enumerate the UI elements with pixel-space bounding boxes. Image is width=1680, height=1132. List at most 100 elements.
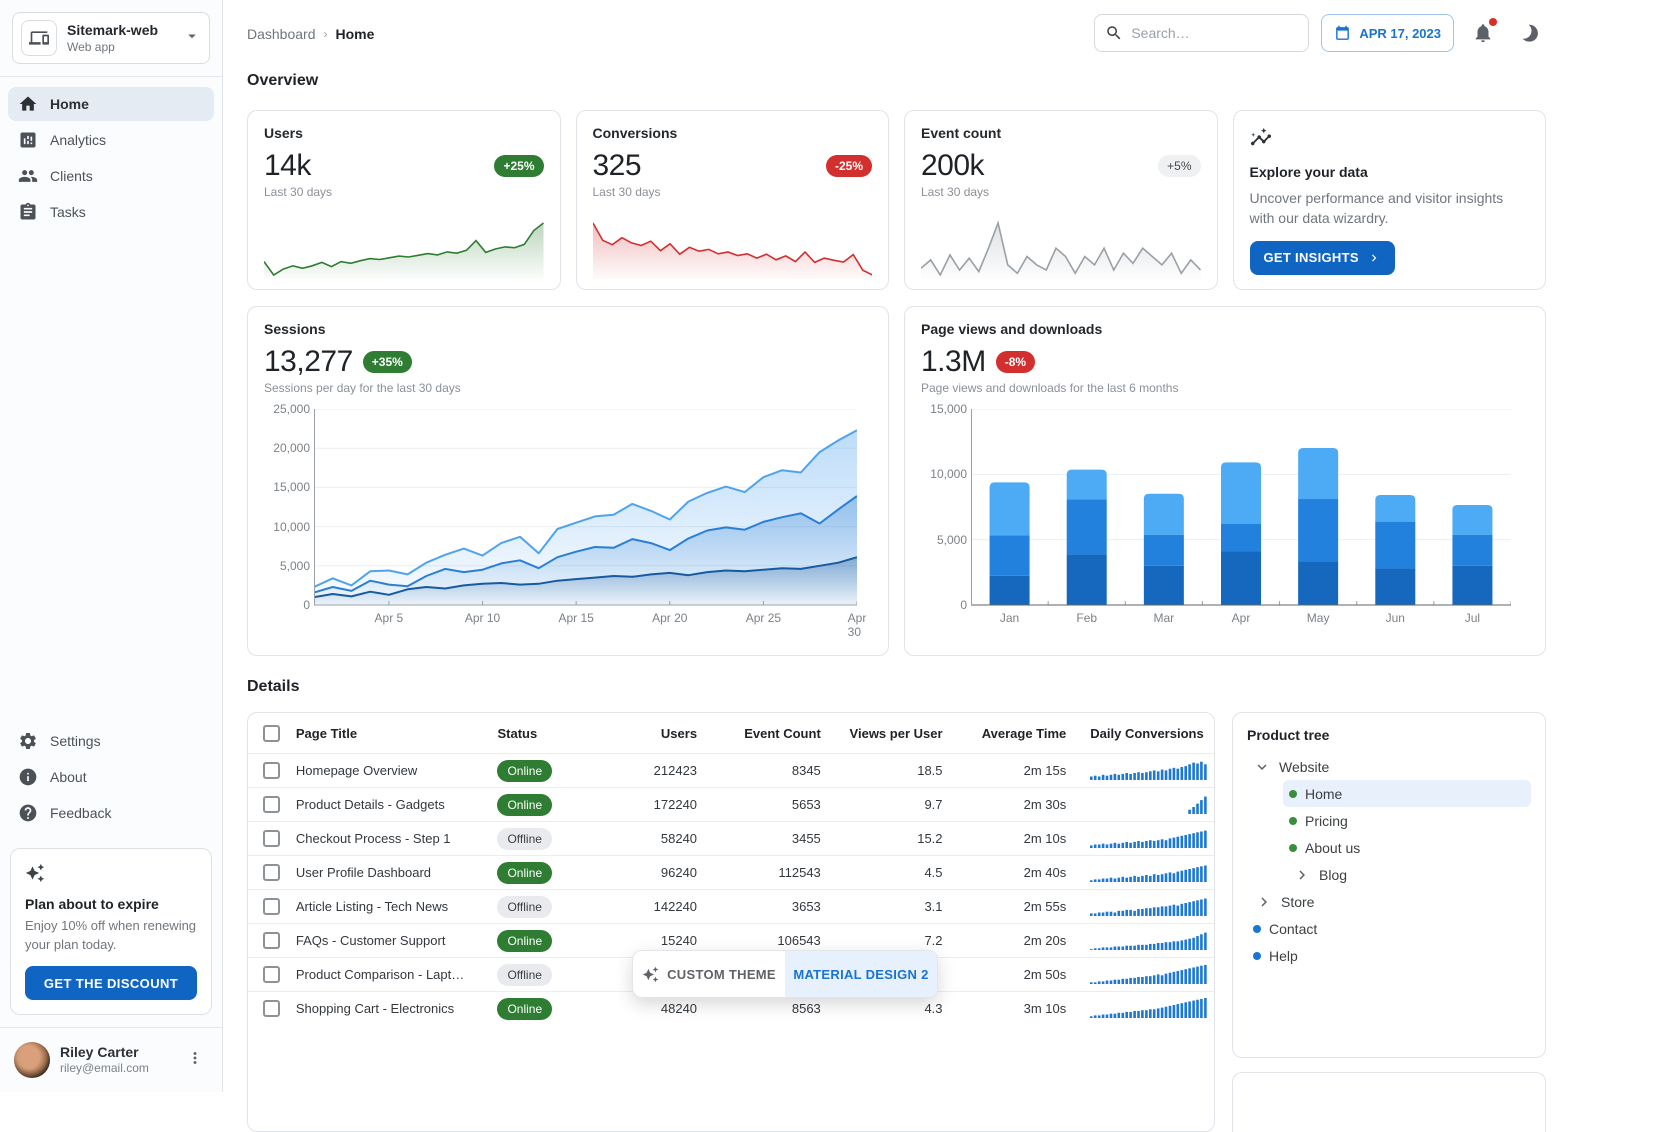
- pageviews-caption: Page views and downloads for the last 6 …: [921, 381, 1529, 395]
- column-header: Users: [601, 726, 701, 741]
- status-badge: Offline: [497, 828, 551, 850]
- y-tick-label: 5,000: [921, 533, 967, 547]
- trend-sparkline: [921, 217, 1201, 279]
- sessions-card: Sessions 13,277 +35% Sessions per day fo…: [247, 306, 889, 656]
- product-tree-title: Product tree: [1247, 727, 1531, 743]
- cell-value: 2m 50s: [947, 967, 1077, 982]
- nav-label: Analytics: [50, 132, 106, 148]
- tree-dot-icon: [1289, 844, 1297, 852]
- nav-label: Feedback: [50, 805, 111, 821]
- cell-value: 8345: [701, 763, 825, 778]
- search-box[interactable]: [1094, 14, 1309, 52]
- tree-item-pricing[interactable]: Pricing: [1283, 807, 1531, 834]
- sidebar-item-settings[interactable]: Settings: [8, 724, 214, 758]
- custom-theme-label: CUSTOM THEME: [667, 967, 776, 982]
- bar-jun-middle-segment: [1375, 522, 1415, 569]
- dark-mode-toggle[interactable]: [1512, 16, 1546, 50]
- bar-jul-middle-segment: [1452, 535, 1492, 566]
- tree-item-contact[interactable]: Contact: [1247, 915, 1531, 942]
- column-header: Views per User: [825, 726, 947, 741]
- stat-value: 14k: [264, 149, 311, 183]
- nav-label: Home: [50, 96, 89, 112]
- search-input[interactable]: [1131, 25, 1312, 41]
- bar-may-bottom-segment: [1298, 561, 1338, 605]
- row-checkbox[interactable]: [263, 762, 280, 779]
- x-tick-label: Apr 5: [375, 611, 404, 625]
- tree-item-website[interactable]: Website: [1247, 753, 1531, 780]
- notifications-button[interactable]: [1466, 16, 1500, 50]
- row-checkbox[interactable]: [263, 830, 280, 847]
- tree-item-help[interactable]: Help: [1247, 942, 1531, 969]
- explore-body: Uncover performance and visitor insights…: [1250, 188, 1530, 229]
- bar-may-middle-segment: [1298, 499, 1338, 561]
- get-insights-button[interactable]: GET INSIGHTS: [1250, 241, 1395, 275]
- tree-item-home[interactable]: Home: [1283, 780, 1531, 807]
- tree-label: Pricing: [1305, 813, 1348, 829]
- date-picker-button[interactable]: APR 17, 2023: [1321, 14, 1454, 52]
- plan-title: Plan about to expire: [25, 896, 197, 912]
- calendar-icon: [1334, 25, 1351, 42]
- cell-page-title: FAQs - Customer Support: [296, 933, 498, 948]
- chevron-right-icon: [1255, 893, 1273, 911]
- cell-value: 7.2: [825, 933, 947, 948]
- stats-row: Users14k+25%Last 30 daysConversions325-2…: [247, 110, 1546, 290]
- cell-value: 212423: [601, 763, 701, 778]
- cell-value: 142240: [601, 899, 701, 914]
- tree-label: Website: [1279, 759, 1329, 775]
- y-tick-label: 20,000: [264, 441, 310, 455]
- gear-icon: [18, 731, 38, 751]
- tree-item-blog[interactable]: Blog: [1287, 861, 1531, 888]
- material-design-2-option[interactable]: MATERIAL DESIGN 2: [785, 951, 937, 997]
- breadcrumb-dashboard[interactable]: Dashboard: [247, 26, 316, 42]
- y-tick-label: 5,000: [264, 559, 310, 573]
- details-title: Details: [247, 678, 299, 696]
- y-tick-label: 15,000: [264, 480, 310, 494]
- x-tick-label: Apr 15: [558, 611, 593, 625]
- sidebar-item-analytics[interactable]: Analytics: [8, 123, 214, 157]
- home-icon: [18, 94, 38, 114]
- product-tree-card: Product tree Website Home Pricing About usB…: [1232, 712, 1546, 1058]
- custom-theme-option[interactable]: CUSTOM THEME: [633, 951, 785, 997]
- insights-icon: [1250, 127, 1530, 154]
- stat-title: Event count: [921, 125, 1201, 141]
- row-checkbox[interactable]: [263, 932, 280, 949]
- x-tick-label: Jul: [1465, 611, 1480, 625]
- tree-label: Contact: [1269, 921, 1317, 937]
- daily-conversions-sparkline: [1076, 826, 1214, 851]
- trend-chip: -25%: [826, 155, 872, 177]
- sidebar-item-tasks[interactable]: Tasks: [8, 195, 214, 229]
- tree-dot-icon: [1289, 790, 1297, 798]
- row-checkbox[interactable]: [263, 966, 280, 983]
- row-checkbox[interactable]: [263, 898, 280, 915]
- sidebar-item-home[interactable]: Home: [8, 87, 214, 121]
- explore-card: Explore your data Uncover performance an…: [1233, 110, 1547, 290]
- x-tick-label: Apr: [1232, 611, 1251, 625]
- row-checkbox[interactable]: [263, 864, 280, 881]
- stat-value: 325: [593, 149, 642, 183]
- row-checkbox[interactable]: [263, 1000, 280, 1017]
- select-all-checkbox[interactable]: [263, 725, 280, 742]
- cell-value: 2m 15s: [947, 763, 1077, 778]
- sessions-value: 13,277: [264, 345, 353, 379]
- analytics-icon: [18, 130, 38, 150]
- stat-caption: Last 30 days: [593, 185, 873, 199]
- cell-value: 112543: [701, 865, 825, 880]
- tree-item-about-us[interactable]: About us: [1283, 834, 1531, 861]
- bar-apr-bottom-segment: [1221, 551, 1261, 605]
- row-checkbox[interactable]: [263, 796, 280, 813]
- user-profile: Riley Carter riley@email.com: [0, 1027, 222, 1092]
- charts-row: Sessions 13,277 +35% Sessions per day fo…: [247, 306, 1546, 656]
- app-select[interactable]: Sitemark-web Web app: [12, 12, 210, 64]
- tree-item-store[interactable]: Store: [1249, 888, 1531, 915]
- tree-dot-icon: [1253, 925, 1261, 933]
- cell-value: 18.5: [825, 763, 947, 778]
- x-tick-label: Jun: [1386, 611, 1405, 625]
- sidebar-item-clients[interactable]: Clients: [8, 159, 214, 193]
- sidebar-item-feedback[interactable]: Feedback: [8, 796, 214, 830]
- explore-title: Explore your data: [1250, 164, 1530, 180]
- daily-conversions-sparkline: [1076, 894, 1214, 919]
- more-vert-icon[interactable]: [182, 1045, 208, 1076]
- sidebar-item-about[interactable]: About: [8, 760, 214, 794]
- date-label: APR 17, 2023: [1359, 26, 1441, 41]
- get-discount-button[interactable]: GET THE DISCOUNT: [25, 966, 197, 1000]
